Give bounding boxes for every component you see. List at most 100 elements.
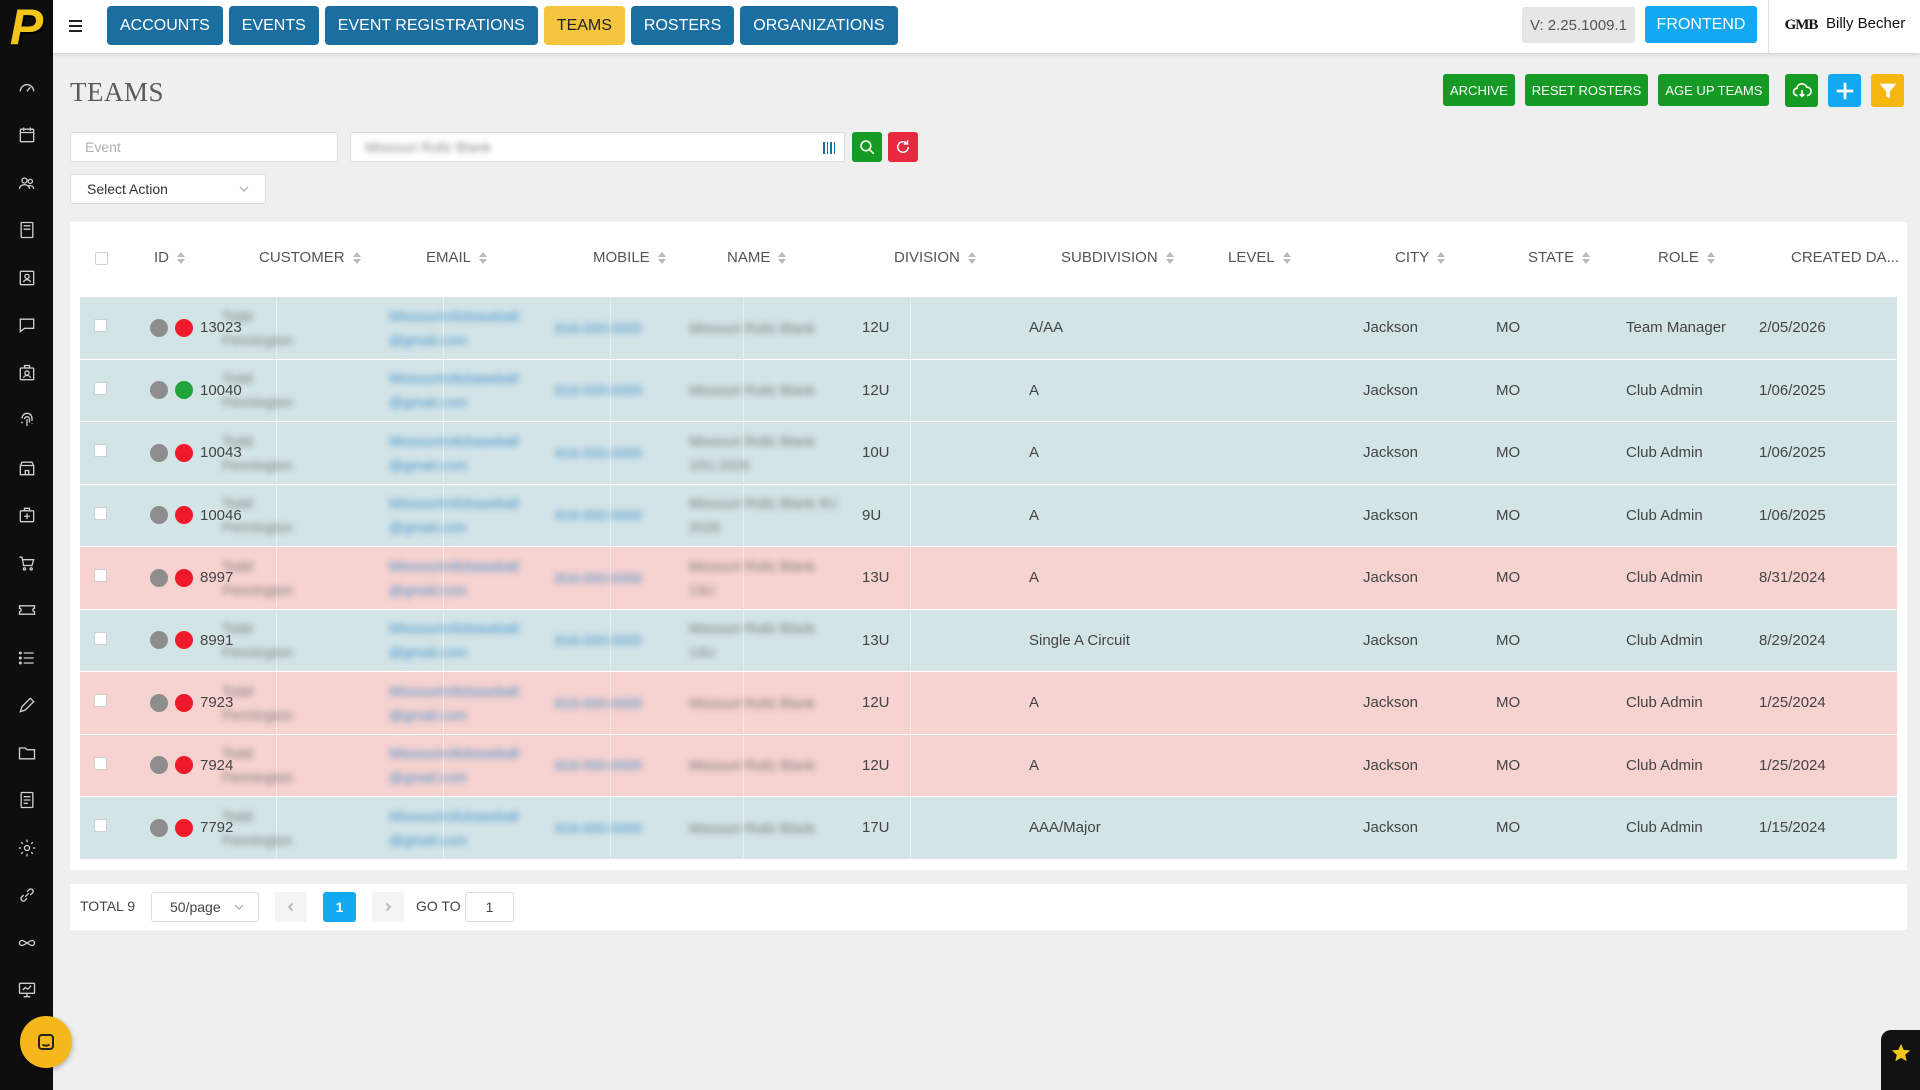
page-size-select[interactable]: 50/page [151, 892, 259, 922]
cell-email[interactable]: Missourirollzbaseball @gmail.com [389, 547, 539, 608]
sidebar-item-fingerprint[interactable] [0, 397, 53, 445]
sort-icon[interactable] [1165, 251, 1174, 264]
sidebar-item-dashboard[interactable] [0, 64, 53, 112]
row-checkbox[interactable] [94, 506, 107, 520]
row-checkbox[interactable] [94, 819, 107, 832]
sidebar-item-book[interactable] [0, 207, 53, 255]
row-checkbox[interactable] [94, 444, 107, 457]
table-row[interactable]: 7924 Todd Pennington Missourirollzbaseball… [80, 734, 1897, 797]
row-checkbox[interactable] [94, 756, 107, 770]
cell-mobile[interactable]: 816-000-0000 [555, 797, 665, 858]
cell-email[interactable]: Missourirollzbaseball @gmail.com [389, 672, 539, 733]
column-header-email[interactable]: EMAIL [426, 249, 488, 266]
cell-email[interactable]: Missourirollzbaseball @gmail.com [389, 610, 539, 671]
sort-icon[interactable] [778, 251, 787, 264]
filter-button[interactable] [1871, 74, 1904, 107]
column-header-name[interactable]: NAME [727, 249, 787, 266]
sort-icon[interactable] [1706, 251, 1715, 264]
cell-email[interactable]: Missourirollzbaseball @gmail.com [389, 297, 539, 358]
prev-page-button[interactable] [275, 892, 307, 922]
user-name[interactable]: Billy Becher [1826, 15, 1905, 32]
sort-icon[interactable] [177, 251, 185, 264]
nav-accounts[interactable]: ACCOUNTS [107, 6, 223, 45]
team-search-input[interactable]: Missouri Rollz Blank [350, 132, 845, 162]
table-row[interactable]: 7792 Todd Pennington Missourirollzbaseball… [80, 797, 1897, 860]
sidebar-item-ticket[interactable] [0, 587, 53, 635]
row-checkbox[interactable] [94, 694, 107, 707]
cell-mobile[interactable]: 816-000-0000 [555, 610, 665, 671]
column-header-city[interactable]: CITY [1395, 249, 1446, 266]
sort-icon[interactable] [1437, 251, 1446, 264]
event-filter-input[interactable] [70, 132, 338, 162]
cell-email[interactable]: Missourirollzbaseball @gmail.com [389, 485, 539, 546]
column-header-created-da[interactable]: CREATED DA... [1791, 249, 1899, 266]
row-checkbox[interactable] [94, 631, 107, 645]
add-team-button[interactable] [1828, 74, 1861, 107]
sidebar-item-chat[interactable] [0, 302, 53, 350]
table-row[interactable]: 7923 Todd Pennington Missourirollzbaseball… [80, 672, 1897, 735]
cell-email[interactable]: Missourirollzbaseball @gmail.com [389, 797, 539, 858]
column-header-mobile[interactable]: MOBILE [593, 249, 666, 266]
sidebar-item-id-card[interactable] [0, 254, 53, 302]
table-row[interactable]: 10043 Todd Pennington Missourirollzbasebal… [80, 422, 1897, 485]
archive-button[interactable]: ARCHIVE [1443, 74, 1515, 106]
cell-mobile[interactable]: 816-000-0000 [555, 297, 665, 358]
sort-icon[interactable] [657, 251, 666, 264]
cell-email[interactable]: Missourirollzbaseball @gmail.com [389, 735, 539, 796]
sidebar-item-gear[interactable] [0, 824, 53, 872]
sidebar-item-medkit[interactable] [0, 492, 53, 540]
column-header-division[interactable]: DIVISION [894, 249, 976, 266]
table-row[interactable]: 8997 Todd Pennington Missourirollzbaseball… [80, 547, 1897, 610]
download-button[interactable] [1785, 74, 1818, 107]
select-all-checkbox[interactable] [95, 252, 108, 265]
sidebar-item-infinity[interactable] [0, 919, 53, 967]
nav-organizations[interactable]: ORGANIZATIONS [740, 6, 898, 45]
sidebar-item-cart[interactable] [0, 539, 53, 587]
column-header-customer[interactable]: CUSTOMER [259, 249, 361, 266]
sidebar-item-list[interactable] [0, 634, 53, 682]
select-action-dropdown[interactable]: Select Action [70, 174, 266, 204]
column-header-id[interactable]: ID [154, 249, 185, 266]
brand-logo[interactable]: P [0, 0, 53, 53]
search-button[interactable] [852, 132, 882, 162]
table-row[interactable]: 8991 Todd Pennington Missourirollzbaseball… [80, 609, 1897, 672]
sidebar-item-store[interactable] [0, 444, 53, 492]
column-header-state[interactable]: STATE [1528, 249, 1591, 266]
row-checkbox[interactable] [94, 319, 107, 332]
chat-launcher-button[interactable] [20, 1016, 72, 1068]
reset-search-button[interactable] [888, 132, 918, 162]
nav-events[interactable]: EVENTS [228, 6, 319, 45]
sidebar-item-pencil[interactable] [0, 682, 53, 730]
cell-mobile[interactable]: 816-000-0000 [555, 547, 665, 608]
nav-rosters[interactable]: ROSTERS [630, 6, 735, 45]
row-checkbox[interactable] [94, 381, 107, 395]
frontend-button[interactable]: FRONTEND [1645, 6, 1757, 43]
goto-page-input[interactable] [465, 892, 514, 922]
cell-email[interactable]: Missourirollzbaseball @gmail.com [389, 360, 539, 421]
next-page-button[interactable] [372, 892, 404, 922]
column-header-subdivision[interactable]: SUBDIVISION [1061, 249, 1174, 266]
table-row[interactable]: 10040 Todd Pennington Missourirollzbasebal… [80, 359, 1897, 422]
sort-icon[interactable] [1582, 251, 1591, 264]
nav-teams[interactable]: TEAMS [543, 6, 625, 45]
sidebar-item-folder[interactable] [0, 729, 53, 777]
sidebar-item-badge[interactable] [0, 349, 53, 397]
cell-mobile[interactable]: 816-000-0000 [555, 672, 665, 733]
sort-icon[interactable] [967, 251, 976, 264]
sidebar-item-users[interactable] [0, 159, 53, 207]
nav-event-registrations[interactable]: EVENT REGISTRATIONS [324, 6, 538, 45]
sidebar-item-calendar[interactable] [0, 112, 53, 160]
favorites-tab[interactable] [1881, 1030, 1920, 1090]
column-header-role[interactable]: ROLE [1658, 249, 1715, 266]
cell-mobile[interactable]: 816-000-0000 [555, 360, 665, 421]
page-number-current[interactable]: 1 [323, 892, 356, 922]
cell-mobile[interactable]: 816-000-0000 [555, 735, 665, 796]
age-up-teams-button[interactable]: AGE UP TEAMS [1658, 74, 1770, 106]
sidebar-item-presentation[interactable] [0, 967, 53, 1015]
cell-email[interactable]: Missourirollzbaseball @gmail.com [389, 422, 539, 483]
sort-icon[interactable] [352, 251, 361, 264]
menu-toggle-button[interactable] [69, 16, 85, 36]
sort-icon[interactable] [1282, 251, 1291, 264]
reset-rosters-button[interactable]: RESET ROSTERS [1524, 74, 1649, 106]
barcode-scan-icon[interactable] [822, 140, 836, 156]
